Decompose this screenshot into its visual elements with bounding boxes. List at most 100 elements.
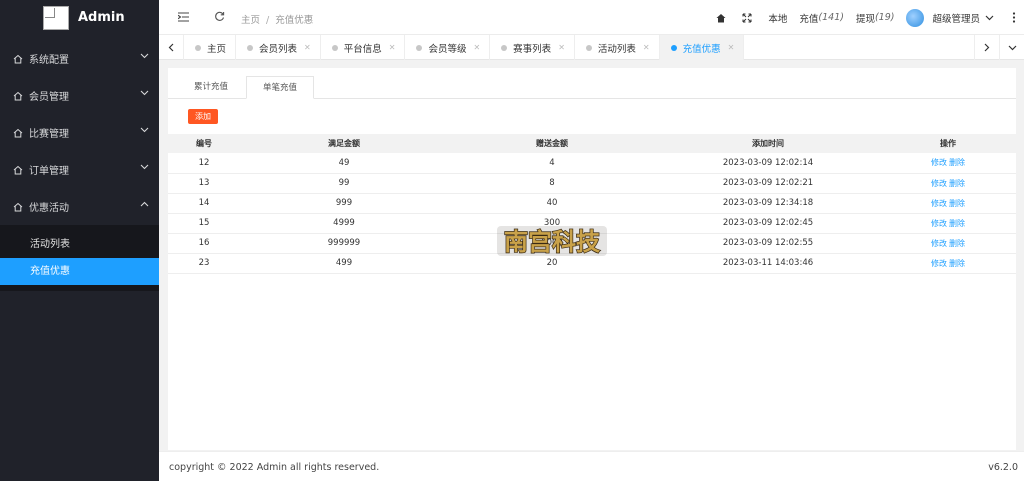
delete-link[interactable]: 删除 — [949, 219, 965, 228]
tab-dot — [585, 44, 592, 51]
add-button[interactable]: 添加 — [188, 109, 218, 124]
cell-time: 2023-03-09 12:34:18 — [656, 193, 880, 214]
recharge-count: (141) — [818, 12, 844, 23]
cell-id: 23 — [168, 253, 240, 274]
avatar — [906, 8, 925, 27]
col-header-actions: 操作 — [880, 134, 1016, 153]
sidebar-item-system-config[interactable]: 系统配置 — [0, 40, 159, 77]
table-row: 14 999 40 2023-03-09 12:34:18 修改 删除 — [168, 193, 1016, 214]
edit-link[interactable]: 修改 — [931, 239, 947, 248]
table-row: 13 99 8 2023-03-09 12:02:21 修改 删除 — [168, 173, 1016, 194]
col-header-added-time[interactable]: 添加时间 — [656, 134, 880, 153]
tab-activity-list[interactable]: 活动列表 ✕ — [575, 35, 660, 60]
chevron-down-icon — [140, 90, 149, 96]
brand: Admin — [0, 0, 159, 36]
sidebar-item-label: 比赛管理 — [29, 129, 69, 140]
col-header-id[interactable]: 编号 — [168, 134, 240, 153]
withdraw-label: 提现 — [855, 13, 875, 25]
cell-actions: 修改 删除 — [880, 233, 1016, 254]
sidebar-subitem-activity-list[interactable]: 活动列表 — [0, 231, 159, 258]
version-text: v6.2.0 — [988, 462, 1018, 473]
tabs-menu[interactable] — [999, 35, 1024, 60]
close-icon[interactable]: ✕ — [473, 43, 480, 52]
menu-fold-icon[interactable] — [178, 12, 189, 22]
delete-link[interactable]: 删除 — [949, 158, 965, 167]
close-icon[interactable]: ✕ — [389, 43, 396, 52]
cell-min: 999999 — [240, 233, 448, 254]
tab-label: 主页 — [207, 43, 227, 55]
delete-link[interactable]: 删除 — [949, 179, 965, 188]
sidebar-item-promotions[interactable]: 优惠活动 — [0, 188, 159, 225]
tab-dot — [195, 44, 201, 51]
logo-image — [43, 6, 69, 30]
page-tabs-bar: 主页 会员列表 ✕ 平台信息 ✕ 会员等级 ✕ 赛事列表 ✕ 活动列表 ✕ 充值优惠 ✕ — [159, 35, 1024, 60]
cell-id: 14 — [168, 193, 240, 214]
cell-id: 15 — [168, 213, 240, 234]
sidebar: Admin 系统配置 会员管理 比赛管理 订单管理 优惠活动 活动列表 充值优惠 — [0, 0, 159, 481]
cell-actions: 修改 删除 — [880, 173, 1016, 194]
sidebar-item-label: 系统配置 — [29, 55, 69, 66]
cell-time: 2023-03-09 12:02:21 — [656, 173, 880, 194]
breadcrumb-home[interactable]: 主页 — [241, 15, 260, 26]
delete-link[interactable]: 删除 — [949, 239, 965, 248]
tab-recharge-promo[interactable]: 充值优惠 ✕ — [659, 35, 745, 60]
tab-dot — [416, 44, 423, 51]
subtab-single-recharge[interactable]: 单笔充值 — [246, 76, 314, 99]
close-icon[interactable]: ✕ — [558, 43, 565, 52]
delete-link[interactable]: 删除 — [949, 199, 965, 208]
chevron-up-icon — [140, 201, 149, 207]
home-icon — [13, 165, 23, 174]
tabs-scroll-left[interactable] — [159, 35, 184, 60]
withdraw-link[interactable]: 提现 (19) — [856, 11, 895, 25]
edit-link[interactable]: 修改 — [931, 219, 947, 228]
sidebar-item-members[interactable]: 会员管理 — [0, 77, 159, 114]
tab-member-level[interactable]: 会员等级 ✕ — [405, 35, 491, 60]
recharge-link[interactable]: 充值 (141) — [799, 11, 844, 25]
sidebar-subitem-recharge-promo[interactable]: 充值优惠 — [0, 258, 159, 285]
tab-dot — [670, 44, 677, 51]
tab-member-list[interactable]: 会员列表 ✕ — [236, 35, 321, 60]
chevron-right-icon — [984, 43, 990, 52]
cell-min: 999 — [240, 193, 448, 214]
cell-time: 2023-03-09 12:02:55 — [656, 233, 880, 254]
cell-actions: 修改 删除 — [880, 153, 1016, 174]
chevron-down-icon — [985, 15, 994, 20]
cell-bonus: 40 — [448, 193, 656, 214]
close-icon[interactable]: ✕ — [643, 43, 650, 52]
tab-list: 主页 会员列表 ✕ 平台信息 ✕ 会员等级 ✕ 赛事列表 ✕ 活动列表 ✕ 充值优惠 ✕ — [184, 35, 745, 60]
refresh-icon[interactable] — [214, 11, 225, 22]
cell-bonus: 8 — [448, 173, 656, 194]
col-header-min-amount[interactable]: 满足金额 — [240, 134, 448, 153]
more-vertical-icon[interactable] — [1012, 12, 1016, 23]
tab-label: 会员等级 — [428, 43, 467, 55]
fullscreen-icon[interactable] — [742, 13, 752, 23]
sidebar-item-orders[interactable]: 订单管理 — [0, 151, 159, 188]
sidebar-item-label: 订单管理 — [29, 166, 69, 177]
tab-platform-info[interactable]: 平台信息 ✕ — [321, 35, 406, 60]
delete-link[interactable]: 删除 — [949, 259, 965, 268]
cell-bonus: 4 — [448, 153, 656, 174]
close-icon[interactable]: ✕ — [728, 43, 735, 52]
sidebar-item-matches[interactable]: 比赛管理 — [0, 114, 159, 151]
sidebar-item-label: 优惠活动 — [29, 203, 69, 214]
home-icon[interactable] — [716, 13, 726, 23]
tab-home[interactable]: 主页 — [184, 35, 237, 60]
tabs-scroll-right[interactable] — [974, 35, 999, 60]
top-header: 主页 / 充值优惠 本地 充值 (141) 提现 (19) 超级管理员 — [159, 0, 1024, 35]
edit-link[interactable]: 修改 — [931, 199, 947, 208]
chevron-down-icon — [140, 164, 149, 170]
tab-label: 会员列表 — [259, 43, 298, 55]
subtab-cumulative-recharge[interactable]: 累计充值 — [180, 76, 242, 99]
user-menu[interactable]: 超级管理员 — [906, 8, 994, 27]
close-icon[interactable]: ✕ — [304, 43, 311, 52]
home-icon — [13, 202, 23, 211]
tab-label: 充值优惠 — [682, 43, 721, 55]
edit-link[interactable]: 修改 — [931, 259, 947, 268]
local-link[interactable]: 本地 — [768, 11, 787, 25]
edit-link[interactable]: 修改 — [931, 179, 947, 188]
cell-actions: 修改 删除 — [880, 193, 1016, 214]
tab-event-list[interactable]: 赛事列表 ✕ — [490, 35, 575, 60]
edit-link[interactable]: 修改 — [931, 158, 947, 167]
cell-min: 4999 — [240, 213, 448, 234]
col-header-bonus-amount[interactable]: 赠送金额 — [448, 134, 656, 153]
